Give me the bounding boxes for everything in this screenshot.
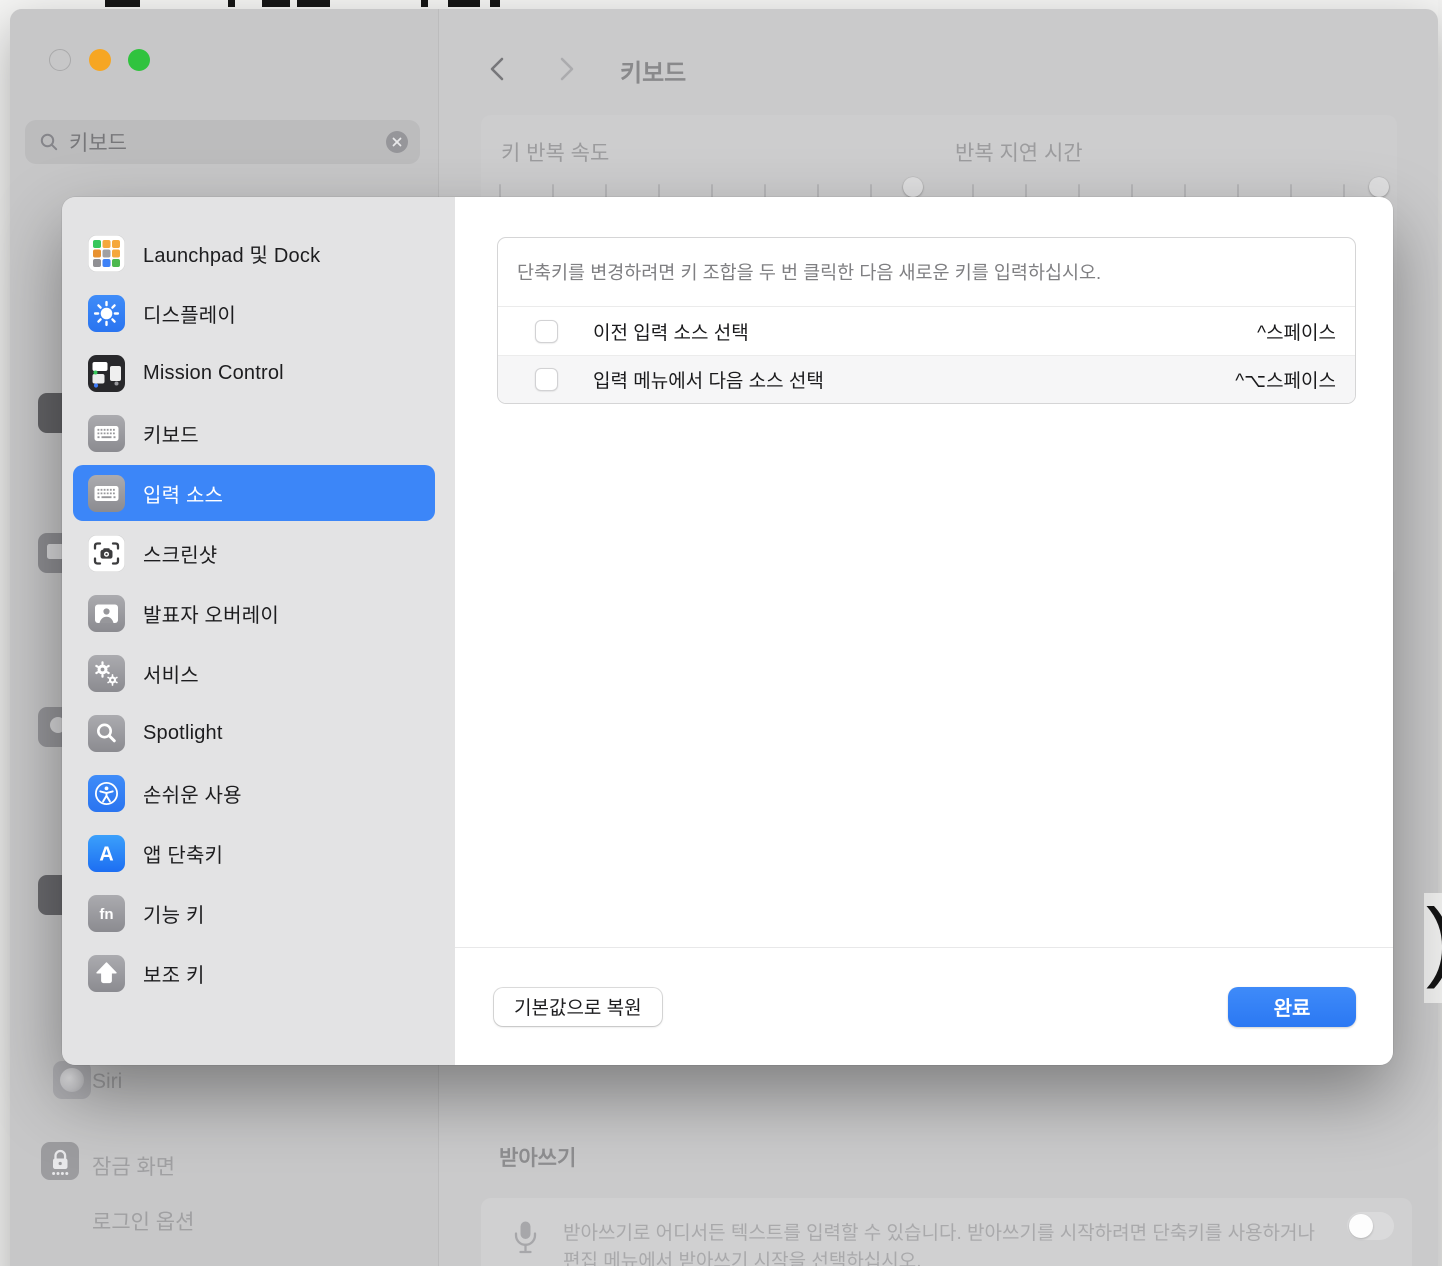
launchpad-icon [88,235,125,272]
sidebar-item-mission-control[interactable]: Mission Control [62,343,455,403]
shortcut-keys[interactable]: ^⌥스페이스 [1235,366,1336,393]
sidebar-item-label: Mission Control [143,362,284,385]
sidebar-item-label: 키보드 [143,419,199,448]
sidebar-item-siri[interactable]: Siri [92,1070,122,1094]
minimize-button[interactable] [89,49,111,71]
key-repeat-slider-knob[interactable] [903,177,923,197]
sidebar-item-label: 기능 키 [143,899,205,928]
shortcut-keys[interactable]: ^스페이스 [1257,318,1336,345]
checkbox-previous-input-source[interactable] [535,320,558,343]
checkbox-next-input-source[interactable] [535,368,558,391]
done-button[interactable]: 완료 [1228,987,1356,1027]
microphone-icon [512,1220,539,1260]
dictation-description-line2: 편집 메뉴에서 받아쓰기 시작을 선택하십시오. [563,1246,922,1266]
sidebar-item-login-options[interactable]: 로그인 옵션 [92,1206,194,1236]
sidebar-item-display[interactable]: 디스플레이 [62,283,455,343]
shortcuts-sidebar: Launchpad 및 Dock 디스플레이 [62,197,455,1065]
sidebar-item-screenshots[interactable]: 스크린샷 [62,523,455,583]
key-repeat-rate-label: 키 반복 속도 [501,137,609,167]
back-icon[interactable] [486,56,508,82]
dictation-toggle[interactable] [1347,1212,1394,1240]
screenshot-icon [88,535,125,572]
sidebar-item-label: 디스플레이 [143,299,236,328]
sheet-footer: 기본값으로 복원 완료 [455,947,1393,1065]
sidebar-item-label: Spotlight [143,722,223,745]
sidebar-item-label: 서비스 [143,659,199,688]
dictation-description-line1: 받아쓰기로 어디서든 텍스트를 입력할 수 있습니다. 받아쓰기를 시작하려면 … [563,1218,1315,1245]
svg-text:A: A [99,843,113,865]
spotlight-icon [88,715,125,752]
sidebar-item-modifier-keys[interactable]: 보조 키 [62,943,455,1003]
mission-control-icon [88,355,125,392]
presenter-overlay-icon [88,595,125,632]
keyboard-shortcuts-sheet: Launchpad 및 Dock 디스플레이 [62,197,1393,1065]
accessibility-icon [88,775,125,812]
search-input[interactable] [69,130,386,154]
sidebar-item-lock-screen[interactable]: 잠금 화면 [92,1151,175,1181]
sidebar-item-launchpad-dock[interactable]: Launchpad 및 Dock [62,223,455,283]
shortcuts-panel: 단축키를 변경하려면 키 조합을 두 번 클릭한 다음 새로운 키를 입력하십시… [455,197,1393,1065]
display-icon [88,295,125,332]
sidebar-item-label: 스크린샷 [143,539,217,568]
desktop-right-strip [1438,0,1442,1266]
shortcut-label: 이전 입력 소스 선택 [593,318,749,345]
app-shortcuts-icon: A [88,835,125,872]
sidebar-item-label: 입력 소스 [143,479,223,508]
shortcut-label: 입력 메뉴에서 다음 소스 선택 [593,366,824,393]
keyboard-icon [88,415,125,452]
close-button[interactable] [49,49,71,71]
sidebar-item-accessibility[interactable]: 손쉬운 사용 [62,763,455,823]
dictation-heading: 받아쓰기 [499,1142,576,1172]
sidebar-item-label: Launchpad 및 Dock [143,239,320,268]
page-title: 키보드 [620,53,686,88]
sidebar-item-presenter-overlay[interactable]: 발표자 오버레이 [62,583,455,643]
repeat-delay-slider-knob[interactable] [1369,177,1389,197]
sidebar-item-label: 손쉬운 사용 [143,779,242,808]
input-sources-icon [88,475,125,512]
function-keys-icon: fn [88,895,125,932]
background-window-fragment: ) [1424,893,1442,1003]
forward-icon[interactable] [556,56,578,82]
shortcut-row-previous-input-source[interactable]: 이전 입력 소스 선택 ^스페이스 [498,307,1355,355]
shortcuts-table: 단축키를 변경하려면 키 조합을 두 번 클릭한 다음 새로운 키를 입력하십시… [497,237,1356,404]
dictation-panel: 받아쓰기로 어디서든 텍스트를 입력할 수 있습니다. 받아쓰기를 시작하려면 … [481,1198,1412,1266]
modifier-keys-icon [88,955,125,992]
search-field[interactable] [25,120,420,164]
sidebar-item-function-keys[interactable]: fn 기능 키 [62,883,455,943]
sidebar-item-input-sources[interactable]: 입력 소스 [62,463,455,523]
clear-search-icon[interactable] [386,131,408,153]
sidebar-item-spotlight[interactable]: Spotlight [62,703,455,763]
lock-icon [41,1142,79,1180]
sidebar-item-label: 발표자 오버레이 [143,599,279,628]
sidebar-item-label: 앱 단축키 [143,839,223,868]
shortcut-row-next-input-source[interactable]: 입력 메뉴에서 다음 소스 선택 ^⌥스페이스 [498,355,1355,403]
search-icon [39,132,59,152]
siri-icon [53,1061,91,1099]
sidebar-item-app-shortcuts[interactable]: A 앱 단축키 [62,823,455,883]
restore-defaults-button[interactable]: 기본값으로 복원 [494,988,662,1026]
svg-text:fn: fn [99,906,113,923]
repeat-delay-label: 반복 지연 시간 [955,137,1083,167]
sidebar-item-services[interactable]: 서비스 [62,643,455,703]
services-icon [88,655,125,692]
zoom-button[interactable] [128,49,150,71]
sidebar-item-label: 보조 키 [143,959,205,988]
shortcuts-instruction: 단축키를 변경하려면 키 조합을 두 번 클릭한 다음 새로운 키를 입력하십시… [498,238,1355,307]
sidebar-item-keyboard[interactable]: 키보드 [62,403,455,463]
